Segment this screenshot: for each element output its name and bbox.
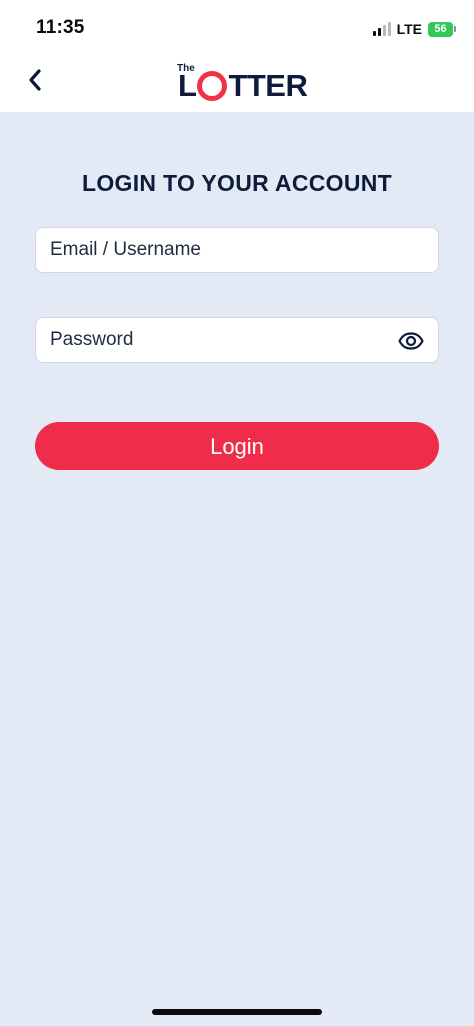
status-time: 11:35	[36, 17, 85, 38]
battery-level: 56	[434, 22, 447, 35]
logo-text-left: L	[178, 68, 197, 103]
signal-icon	[372, 22, 391, 36]
password-input[interactable]	[50, 318, 390, 362]
eye-icon	[398, 332, 424, 350]
email-field[interactable]	[35, 227, 439, 273]
chevron-left-icon	[29, 69, 41, 91]
logo-ring-icon	[197, 71, 228, 101]
lotter-logo: The L TTER	[176, 63, 308, 103]
battery-icon: 56	[428, 21, 456, 37]
email-input[interactable]	[50, 228, 390, 272]
login-button[interactable]: Login	[35, 422, 439, 470]
top-bar: 11:35 LTE 56 The L TTER	[0, 0, 474, 112]
password-field[interactable]	[35, 317, 439, 363]
network-type: LTE	[396, 21, 422, 37]
logo-text-right: TTER	[228, 68, 308, 103]
home-indicator	[152, 1009, 322, 1015]
status-indicators: LTE 56	[372, 19, 456, 39]
page-title: LOGIN TO YOUR ACCOUNT	[82, 170, 392, 196]
show-password-button[interactable]	[398, 328, 424, 354]
back-button[interactable]	[20, 62, 50, 98]
